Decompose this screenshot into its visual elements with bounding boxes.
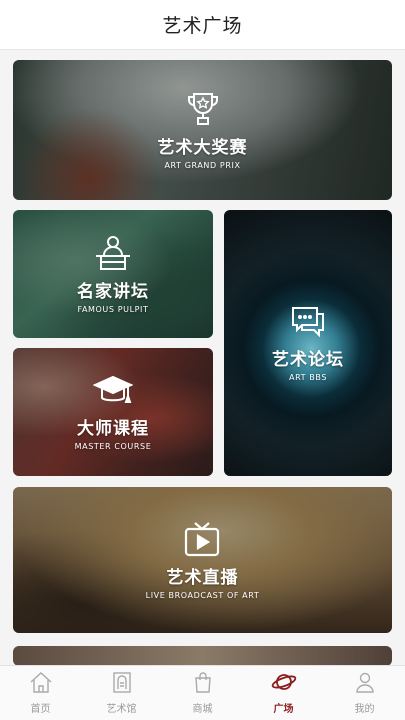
planet-icon — [271, 671, 297, 697]
tv-play-icon — [183, 521, 221, 557]
shopping-bag-icon — [192, 671, 214, 697]
card-live-broadcast[interactable]: 艺术直播 LIVE BROADCAST OF ART — [13, 487, 392, 633]
card-subtitle: ART BBS — [289, 372, 327, 382]
tab-square[interactable]: 广场 — [243, 671, 324, 715]
card-subtitle: LIVE BROADCAST OF ART — [145, 590, 260, 600]
card-art-bbs[interactable]: 艺术论坛 ART BBS — [224, 210, 392, 476]
card-title: 艺术直播 — [166, 567, 239, 588]
user-icon — [354, 671, 376, 697]
chat-bubbles-icon — [290, 305, 326, 339]
top-bar: 艺术广场 — [0, 0, 405, 50]
card-master-course[interactable]: 大师课程 MASTER COURSE — [13, 348, 213, 476]
tab-label: 首页 — [30, 704, 51, 715]
gallery-icon — [111, 671, 133, 697]
tab-gallery[interactable]: 艺术馆 — [81, 671, 162, 715]
graduation-cap-icon — [92, 374, 133, 408]
card-subtitle: FAMOUS PULPIT — [77, 304, 149, 314]
lectern-speaker-icon — [93, 235, 133, 271]
card-famous-pulpit[interactable]: 名家讲坛 FAMOUS PULPIT — [13, 210, 213, 338]
card-subtitle: ART GRAND PRIX — [164, 160, 241, 170]
tab-home[interactable]: 首页 — [0, 671, 81, 715]
page-title: 艺术广场 — [162, 15, 243, 37]
trophy-icon — [186, 91, 220, 127]
tab-label: 商城 — [192, 704, 213, 715]
card-title: 大师课程 — [76, 418, 149, 439]
tab-label: 我的 — [354, 704, 375, 715]
tab-label: 广场 — [273, 704, 294, 715]
card-art-grand-prix[interactable]: 艺术大奖赛 ART GRAND PRIX — [13, 60, 392, 200]
home-icon — [29, 671, 53, 697]
card-title: 艺术大奖赛 — [157, 137, 248, 158]
tab-label: 艺术馆 — [106, 704, 137, 715]
card-next-partial[interactable] — [13, 646, 392, 666]
card-title: 名家讲坛 — [77, 281, 149, 302]
tab-mine[interactable]: 我的 — [324, 671, 405, 715]
card-title: 艺术论坛 — [272, 349, 344, 370]
tab-mall[interactable]: 商城 — [162, 671, 243, 715]
card-subtitle: MASTER COURSE — [74, 441, 152, 451]
bottom-tab-bar: 首页 艺术馆 商城 广场 我的 — [0, 665, 405, 720]
